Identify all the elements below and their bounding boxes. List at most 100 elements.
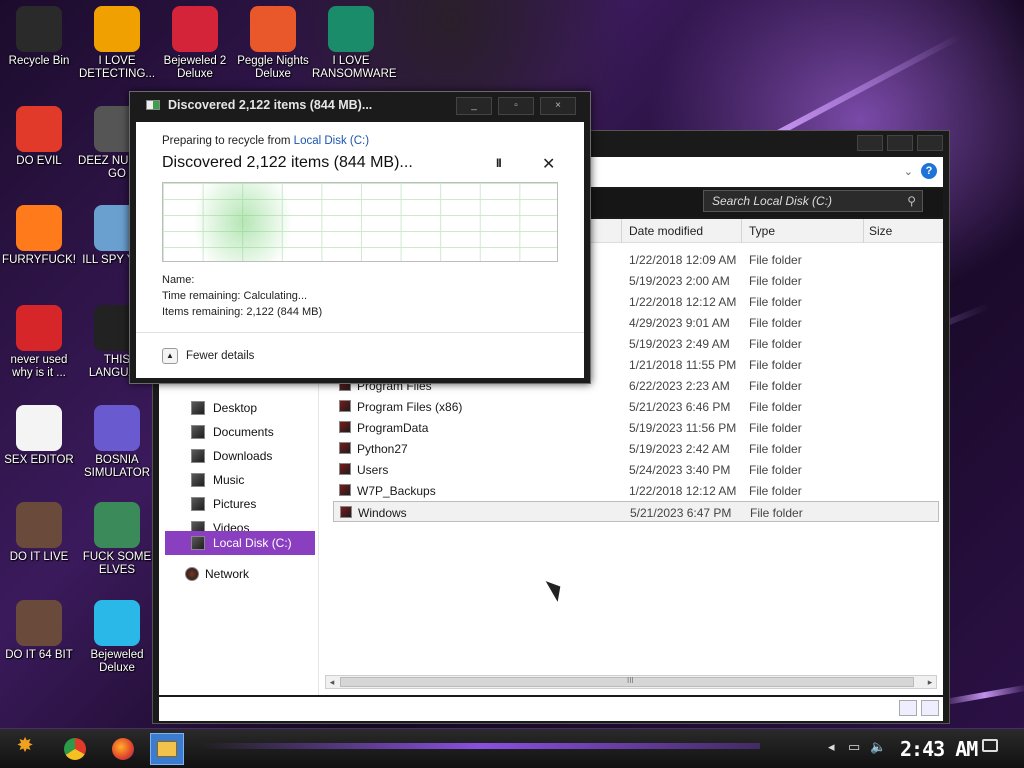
- desktop-icon[interactable]: DO IT 64 BIT: [0, 600, 78, 662]
- maximize-button[interactable]: [887, 135, 913, 151]
- table-row[interactable]: Windows 5/21/2023 6:47 PM File folder: [333, 501, 939, 522]
- chrome-icon: [16, 106, 62, 152]
- column-separator[interactable]: [741, 219, 742, 243]
- nav-item-documents[interactable]: Documents: [165, 421, 315, 443]
- folder-icon: [157, 741, 177, 757]
- network-icon[interactable]: ▭: [848, 739, 860, 755]
- table-row[interactable]: ProgramData 5/19/2023 11:56 PM File folder: [333, 417, 939, 438]
- taskbar: ✸ ◂ ▭ 🔈 2:43 AM: [0, 728, 1024, 768]
- items-remaining: Items remaining: 2,122 (844 MB): [162, 306, 323, 318]
- volume-icon[interactable]: 🔈: [870, 739, 886, 755]
- column-date-modified[interactable]: Date modified: [629, 224, 703, 238]
- desktop-icon[interactable]: FUCK SOME ELVES: [78, 502, 156, 577]
- nav-item-desktop[interactable]: Desktop: [165, 397, 315, 419]
- column-size[interactable]: Size: [869, 224, 892, 238]
- show-hidden-icons[interactable]: ◂: [828, 739, 835, 755]
- dialog-client-area: Preparing to recycle from Local Disk (C:…: [136, 122, 584, 378]
- table-row[interactable]: W7P_Backups 1/22/2018 12:12 AM File folder: [333, 480, 939, 501]
- chevron-up-icon: ▲: [162, 348, 178, 364]
- dialog-title: Discovered 2,122 items (844 MB)...: [168, 98, 373, 112]
- publisher-icon: [328, 6, 374, 52]
- desktop-icon[interactable]: DO EVIL: [0, 106, 78, 168]
- nav-item-label: Network: [205, 567, 250, 581]
- folder-icon: [340, 506, 352, 518]
- table-row[interactable]: Program Files (x86) 5/21/2023 6:46 PM File…: [333, 396, 939, 417]
- taskbar-file-explorer[interactable]: [150, 733, 184, 765]
- desktop-icon-label: FUCK SOME ELVES: [82, 551, 152, 576]
- detect-it-easy-icon: [94, 6, 140, 52]
- nav-item-downloads[interactable]: Downloads: [165, 445, 315, 467]
- desktop-icon[interactable]: FURRYFUCK!: [0, 205, 78, 267]
- dialog-close-button[interactable]: ×: [540, 97, 576, 115]
- nav-item-label: Desktop: [213, 401, 258, 415]
- desktop-icon-label: Recycle Bin: [8, 55, 70, 67]
- recycle-progress-dialog[interactable]: Discovered 2,122 items (844 MB)... _ ▫ ×…: [129, 91, 591, 384]
- file-name: ProgramData: [357, 421, 429, 435]
- desktop-icon[interactable]: BOSNIA SIMULATOR: [78, 405, 156, 480]
- nav-item-label: Downloads: [213, 449, 273, 463]
- action-center-icon[interactable]: [982, 739, 998, 752]
- diamond-icon: [94, 600, 140, 646]
- pause-button[interactable]: II: [496, 156, 502, 170]
- file-date: 1/22/2018 12:12 AM: [629, 295, 737, 309]
- taskbar-chrome[interactable]: [58, 733, 92, 765]
- column-type[interactable]: Type: [749, 224, 775, 238]
- prepare-prefix: Preparing to recycle from: [162, 135, 294, 147]
- help-icon[interactable]: ?: [921, 163, 937, 179]
- file-type: File folder: [749, 274, 802, 288]
- column-separator[interactable]: [621, 219, 622, 243]
- table-row[interactable]: Users 5/24/2023 3:40 PM File folder: [333, 459, 939, 480]
- ribbon-expand-icon[interactable]: ⌄: [904, 165, 913, 178]
- start-button[interactable]: ✸: [10, 735, 40, 763]
- file-type: File folder: [749, 442, 802, 456]
- explorer-window-controls[interactable]: [857, 135, 943, 151]
- desktop-icon-label: I LOVE RANSOMWARE: [312, 55, 397, 80]
- peggle-icon: [250, 6, 296, 52]
- minimize-button[interactable]: [857, 135, 883, 151]
- fewer-details-button[interactable]: ▲ Fewer details: [162, 348, 254, 364]
- nav-item-local-disk[interactable]: Local Disk (C:): [165, 531, 315, 555]
- dialog-minimize-button[interactable]: _: [456, 97, 492, 115]
- file-date: 5/21/2023 6:46 PM: [629, 400, 731, 414]
- desktop-icon-label: DO IT 64 BIT: [5, 649, 73, 661]
- large-icons-view-icon[interactable]: [921, 700, 939, 716]
- spiky-ball-icon: [94, 405, 140, 451]
- scroll-left-icon[interactable]: ◂: [326, 676, 338, 688]
- dialog-maximize-button[interactable]: ▫: [498, 97, 534, 115]
- desktop-icon[interactable]: Bejeweled Deluxe: [78, 600, 156, 675]
- search-icon[interactable]: ⚲: [907, 194, 916, 208]
- desktop-icon[interactable]: never used why is it ...: [0, 305, 78, 380]
- desktop-icon[interactable]: Recycle Bin: [0, 6, 78, 68]
- desktop-icon[interactable]: SEX EDITOR: [0, 405, 78, 467]
- fewer-details-label: Fewer details: [186, 350, 255, 362]
- desktop-icon-label: SEX EDITOR: [4, 454, 74, 466]
- desktop-icon[interactable]: Peggle Nights Deluxe: [234, 6, 312, 81]
- scroll-right-icon[interactable]: ▸: [924, 676, 936, 688]
- file-type: File folder: [749, 295, 802, 309]
- search-input[interactable]: Search Local Disk (C:) ⚲: [703, 190, 923, 212]
- column-separator[interactable]: [863, 219, 864, 243]
- desktop-icon[interactable]: Bejeweled 2 Deluxe: [156, 6, 234, 81]
- nav-item-network[interactable]: Network: [165, 563, 315, 585]
- desktop-icon[interactable]: I LOVE DETECTING...: [78, 6, 156, 81]
- taskbar-firefox[interactable]: [106, 733, 140, 765]
- nav-item-pictures[interactable]: Pictures: [165, 493, 315, 515]
- source-link[interactable]: Local Disk (C:): [294, 135, 369, 147]
- portrait-64-icon: [16, 600, 62, 646]
- file-date: 6/22/2023 2:23 AM: [629, 379, 730, 393]
- scrollbar-thumb[interactable]: III: [340, 676, 914, 687]
- close-button[interactable]: [917, 135, 943, 151]
- desktop-icon[interactable]: DO IT LIVE: [0, 502, 78, 564]
- details-view-icon[interactable]: [899, 700, 917, 716]
- folder-icon: [339, 400, 351, 412]
- status-bar: [159, 697, 943, 721]
- recycle-bin-icon: [16, 6, 62, 52]
- cancel-button[interactable]: ✕: [542, 154, 555, 174]
- desktop-icon[interactable]: I LOVE RANSOMWARE: [312, 6, 397, 81]
- table-row[interactable]: Python27 5/19/2023 2:42 AM File folder: [333, 438, 939, 459]
- nav-item-music[interactable]: Music: [165, 469, 315, 491]
- dialog-title-bar[interactable]: Discovered 2,122 items (844 MB)...: [146, 98, 372, 112]
- file-name: Program Files (x86): [357, 400, 463, 414]
- horizontal-scrollbar[interactable]: ◂ III ▸: [325, 675, 937, 689]
- clock[interactable]: 2:43 AM: [900, 737, 978, 761]
